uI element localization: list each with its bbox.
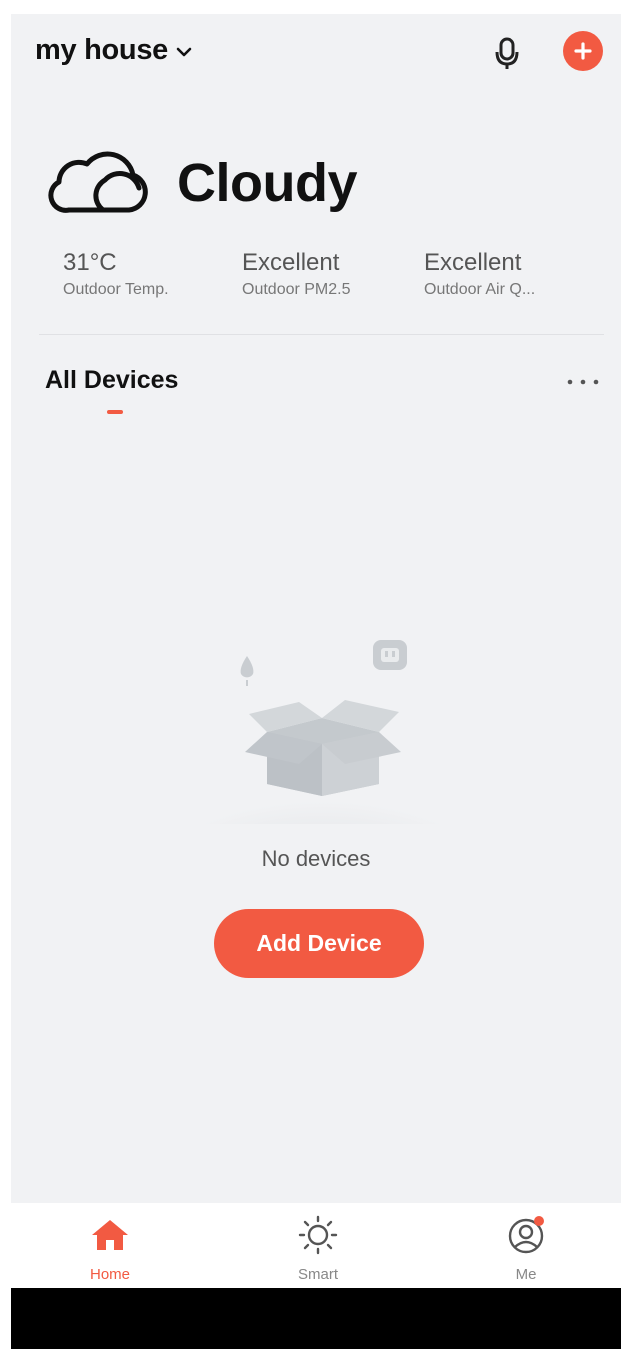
stat-value: Excellent <box>424 249 522 276</box>
stat-label: Outdoor Temp. <box>63 281 169 298</box>
tab-all-devices[interactable]: All Devices <box>45 366 178 395</box>
add-button[interactable] <box>563 31 603 71</box>
nav-me[interactable]: Me <box>466 1203 586 1288</box>
home-name: my house <box>35 34 168 66</box>
more-options-button[interactable] <box>563 370 603 394</box>
chevron-down-icon <box>176 47 192 56</box>
weather-condition: Cloudy <box>177 153 358 213</box>
sun-icon <box>298 1215 338 1255</box>
divider <box>39 334 604 335</box>
stat-outdoor-pm25: Excellent Outdoor PM2.5 <box>242 249 351 299</box>
app-screen: my house Cloudy 31°C Outdoor Temp. Excel… <box>11 14 621 1288</box>
nav-smart[interactable]: Smart <box>258 1203 378 1288</box>
stat-outdoor-air-quality: Excellent Outdoor Air Q... <box>424 249 535 299</box>
system-bar <box>11 1288 621 1349</box>
microphone-icon <box>495 37 519 69</box>
home-icon <box>92 1220 128 1250</box>
nav-home[interactable]: Home <box>50 1203 170 1288</box>
plus-icon <box>574 42 592 60</box>
nav-label: Smart <box>297 1266 338 1283</box>
stat-value: 31°C <box>63 249 117 276</box>
more-dots-icon <box>567 379 599 385</box>
empty-box-illustration <box>187 640 457 824</box>
bottom-nav: Home Smart Me <box>11 1203 621 1288</box>
tab-active-indicator <box>107 410 123 414</box>
stat-label: Outdoor PM2.5 <box>242 281 351 298</box>
microphone-button[interactable] <box>487 34 527 74</box>
add-device-button[interactable]: Add Device <box>214 909 424 978</box>
profile-icon <box>508 1216 544 1254</box>
stat-label: Outdoor Air Q... <box>424 281 536 298</box>
cloud-icon <box>48 151 148 213</box>
stat-outdoor-temp: 31°C Outdoor Temp. <box>63 249 169 299</box>
nav-label: Home <box>89 1266 130 1283</box>
notification-dot <box>534 1216 544 1226</box>
empty-state-message: No devices <box>261 846 371 871</box>
nav-label: Me <box>515 1266 537 1283</box>
home-selector[interactable]: my house <box>35 34 192 67</box>
stat-value: Excellent <box>242 249 340 276</box>
